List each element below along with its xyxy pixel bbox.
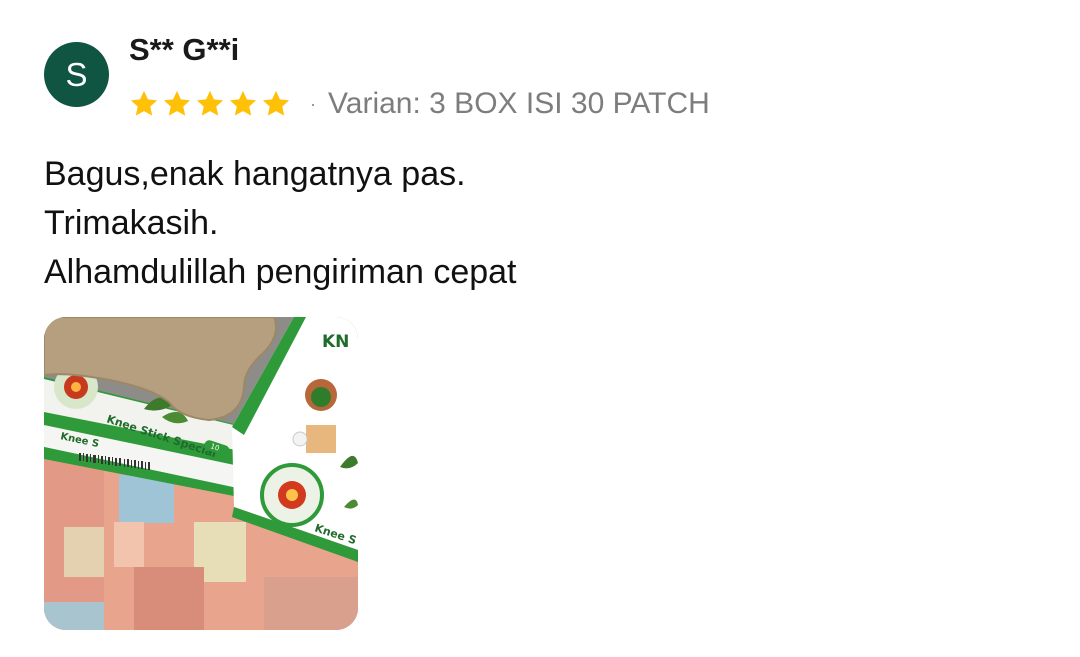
- meta-separator: ·: [310, 93, 316, 114]
- avatar-letter: S: [65, 55, 88, 93]
- star-icon: [163, 90, 191, 116]
- star-icon: [229, 90, 257, 116]
- box-label: KN: [322, 332, 349, 352]
- review-line: Alhamdulillah pengiriman cepat: [44, 253, 517, 291]
- avatar[interactable]: S: [44, 42, 109, 107]
- review-card: S S** G**i · Varian: 3 BOX ISI 30 PATCH …: [0, 0, 1080, 657]
- reviewer-name: S** G**i: [129, 32, 240, 67]
- review-meta: · Varian: 3 BOX ISI 30 PATCH: [128, 84, 710, 124]
- variant-label: Varian: 3 BOX ISI 30 PATCH: [328, 87, 710, 120]
- star-icon: [130, 90, 158, 116]
- star-icon: [262, 90, 290, 116]
- review-line: Bagus,enak hangatnya pas.: [44, 155, 466, 193]
- star-icon: [196, 90, 224, 116]
- review-photo[interactable]: Knee Stick Special Knee S KN Knee S 10: [44, 317, 358, 630]
- review-line: Trimakasih.: [44, 204, 219, 242]
- star-rating: [128, 88, 292, 120]
- review-body: Bagus,enak hangatnya pas. Trimakasih. Al…: [44, 150, 1044, 297]
